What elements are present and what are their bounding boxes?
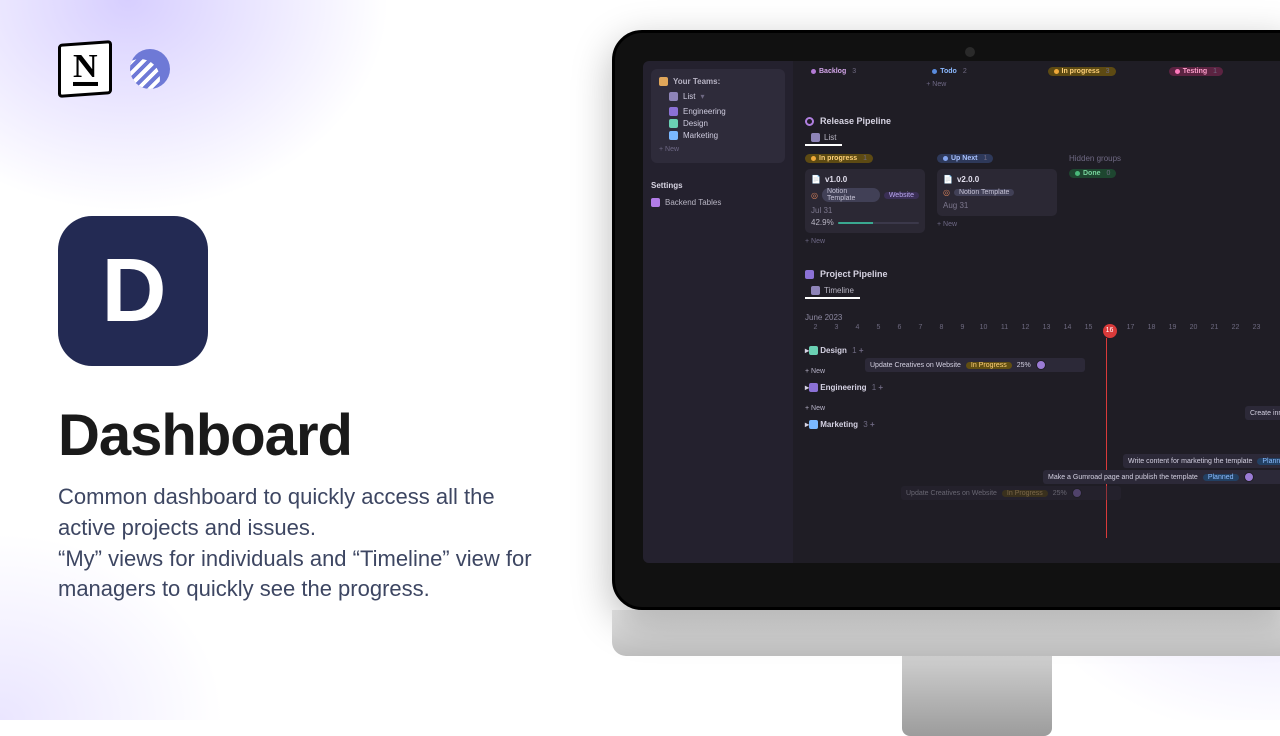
board-col-backlog: Backlog3 [805,67,925,88]
doc-icon: 📄 [811,175,821,184]
release-pipeline-header: Release Pipeline [805,116,1280,126]
project-pipeline-header: Project Pipeline [805,269,1280,279]
timeline-bar[interactable]: Update Creatives on Website In Progress … [865,358,1085,372]
board-col-todo: Todo2 + New [926,67,1046,88]
team-icon [669,107,678,116]
status-pill-backlog[interactable]: Backlog3 [805,67,862,76]
target-icon: ◎ [943,188,950,197]
doc-icon: 📄 [943,175,953,184]
status-pill[interactable]: Up Next1 [937,154,993,163]
sidebar-teams-header: Your Teams: [659,77,777,86]
release-col-upnext: Up Next1 📄v2.0.0 ◎ Notion Template Aug 3… [937,154,1057,228]
timeline-days: 234567891011121314151617181920212223 [805,324,1280,338]
timeline-bar[interactable]: Update Creatives on Website In Progress … [901,486,1121,500]
status-pill-done[interactable]: Done0 [1069,169,1116,178]
db-icon [651,198,660,207]
pipeline-tab-timeline[interactable]: Timeline [805,284,860,299]
sidebar-team-marketing[interactable]: Marketing [669,131,777,140]
team-icon [809,420,818,429]
page-description: Common dashboard to quickly access all t… [58,482,538,605]
sidebar: Your Teams: List ▾ Engineering Design Ma… [643,61,793,563]
screen: Your Teams: List ▾ Engineering Design Ma… [643,61,1280,563]
team-icon [809,383,818,392]
status-pill[interactable]: In progress1 [805,154,873,163]
release-hidden-groups: Hidden groups Done0 [1069,154,1189,178]
sidebar-view-list[interactable]: List ▾ [669,92,777,101]
timeline-bar[interactable]: Create inner ta [1245,406,1280,420]
people-icon [659,77,668,86]
page-title: Dashboard [58,402,352,469]
release-new[interactable]: + New [805,238,925,245]
target-icon: ◎ [811,191,818,200]
release-col-inprog: In progress1 📄v1.0.0 ◎ Notion TemplateWe… [805,154,925,245]
release-card[interactable]: 📄v2.0.0 ◎ Notion Template Aug 31 [937,169,1057,216]
timeline-month: June 2023 [805,313,1280,322]
board-col-test: Testing1 [1169,67,1280,88]
list-icon [669,92,678,101]
sidebar-settings-header: Settings [651,181,785,190]
timeline-icon [811,286,820,295]
timeline-group-design[interactable]: ▸ Design 1 + [805,342,1280,358]
team-icon [669,119,678,128]
timeline-bar[interactable]: Write content for marketing the template… [1123,454,1280,468]
sidebar-team-engineering[interactable]: Engineering [669,107,777,116]
timeline-bar[interactable]: Make a Gumroad page and publish the temp… [1043,470,1280,484]
notion-logo: N [58,40,112,98]
linear-logo-icon [130,49,170,89]
avatar-icon [1072,488,1082,498]
timeline-new[interactable]: + New [805,400,1280,416]
avatar-icon [1036,360,1046,370]
release-icon [805,117,814,126]
list-icon [811,133,820,142]
status-pill-test[interactable]: Testing1 [1169,67,1223,76]
timeline-group-engineering[interactable]: ▸ Engineering 1 + [805,379,1280,395]
release-new[interactable]: + New [937,221,1057,228]
team-icon [809,346,818,355]
timeline-group-marketing[interactable]: ▸ Marketing 3 + [805,416,1280,432]
status-pill-inprog[interactable]: In progress3 [1048,67,1116,76]
status-pill-todo[interactable]: Todo2 [926,67,973,76]
release-tab-list[interactable]: List [805,131,842,146]
sidebar-new-team[interactable]: + New [659,146,777,153]
avatar-icon [1244,472,1254,482]
monitor: Your Teams: List ▾ Engineering Design Ma… [612,30,1280,610]
release-card[interactable]: 📄v1.0.0 ◎ Notion TemplateWebsite Jul 31 … [805,169,925,233]
roadmap-icon [805,270,814,279]
board-new[interactable]: + New [926,81,1046,88]
app-icon: D [58,216,208,366]
sidebar-team-design[interactable]: Design [669,119,777,128]
sidebar-backend-tables[interactable]: Backend Tables [651,198,785,207]
team-icon [669,131,678,140]
board-col-inprog: In progress3 [1048,67,1168,88]
